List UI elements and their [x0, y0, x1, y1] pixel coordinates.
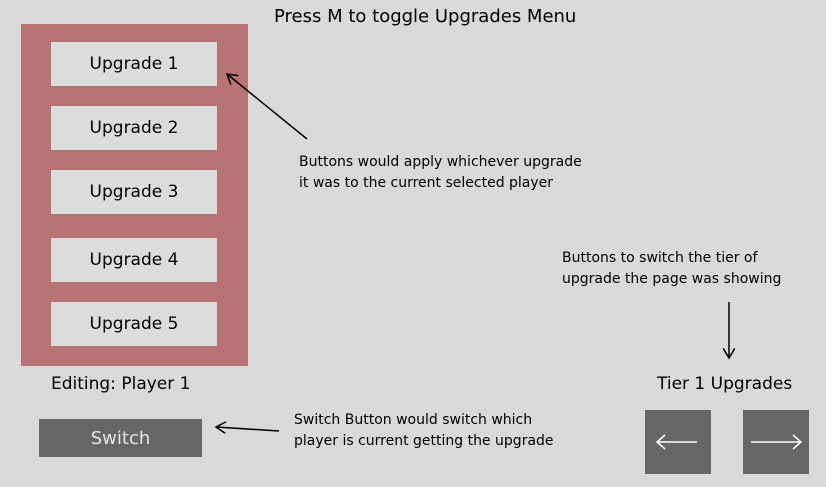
annotation-arrows	[0, 0, 826, 487]
upgrade-note-arrow	[227, 74, 308, 140]
switch-note-arrow	[216, 427, 280, 431]
